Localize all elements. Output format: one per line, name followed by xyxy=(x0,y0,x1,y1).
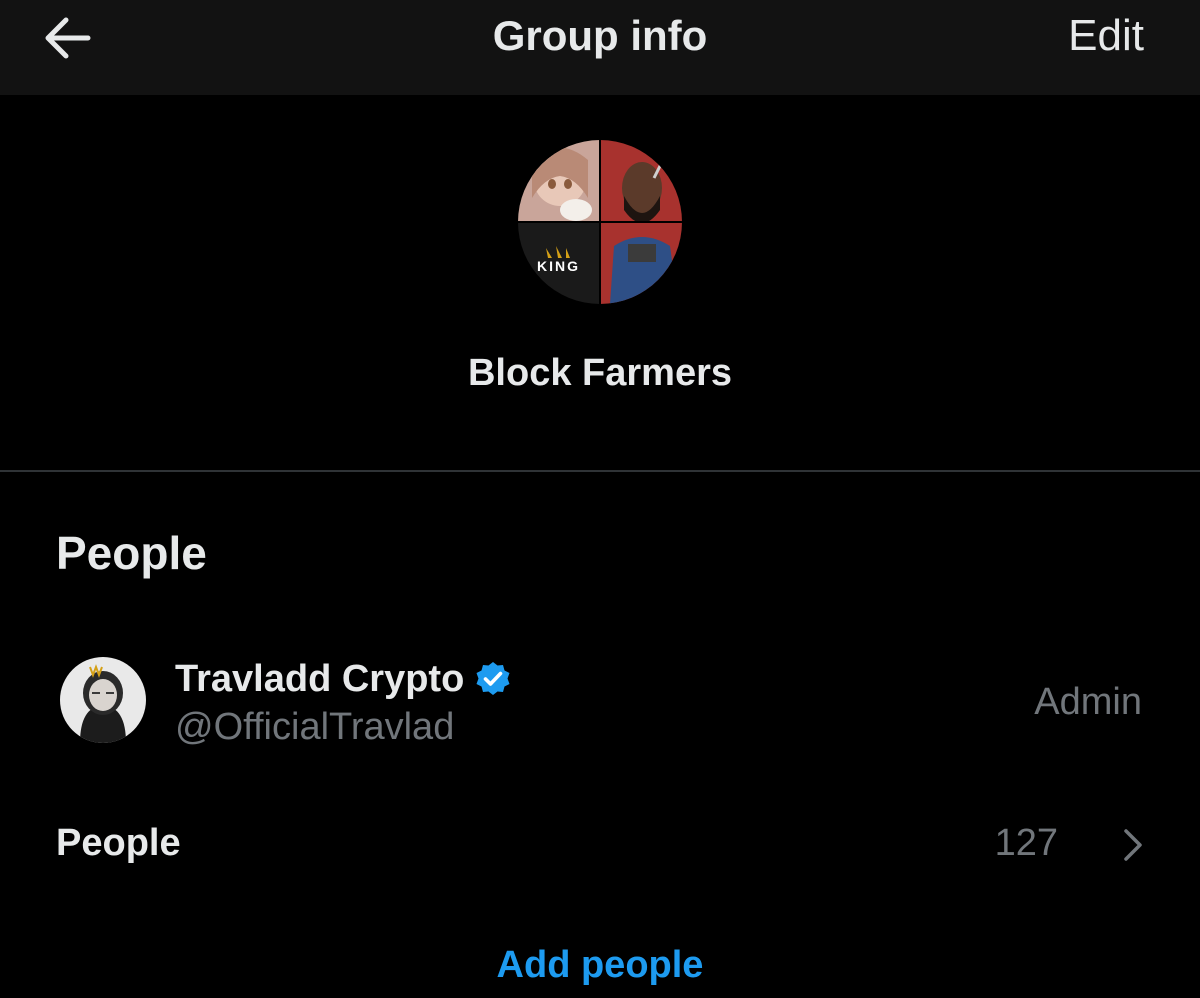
section-divider xyxy=(0,470,1200,472)
group-avatar-logo-text: KING xyxy=(537,258,580,274)
verified-badge-icon xyxy=(474,660,512,698)
chevron-right-icon xyxy=(1118,825,1148,865)
member-role-badge: Admin xyxy=(1034,681,1142,723)
member-row[interactable]: Travladd Crypto @OfficialTravlad Admin xyxy=(0,640,1200,770)
add-people-button[interactable]: Add people xyxy=(497,944,704,986)
page-title: Group info xyxy=(492,12,708,59)
people-row-label: People xyxy=(56,822,181,864)
group-avatar[interactable] xyxy=(518,140,682,304)
edit-button[interactable]: Edit xyxy=(1068,10,1144,62)
top-bar: Group info Edit xyxy=(0,0,1200,95)
people-count: 127 xyxy=(994,822,1058,864)
avatar xyxy=(60,657,146,743)
member-handle: @OfficialTravlad xyxy=(175,706,455,748)
people-list-row[interactable]: People 127 xyxy=(0,800,1200,886)
people-section-heading: People xyxy=(56,527,207,579)
member-name: Travladd Crypto xyxy=(175,658,465,700)
group-name: Block Farmers xyxy=(467,352,732,394)
